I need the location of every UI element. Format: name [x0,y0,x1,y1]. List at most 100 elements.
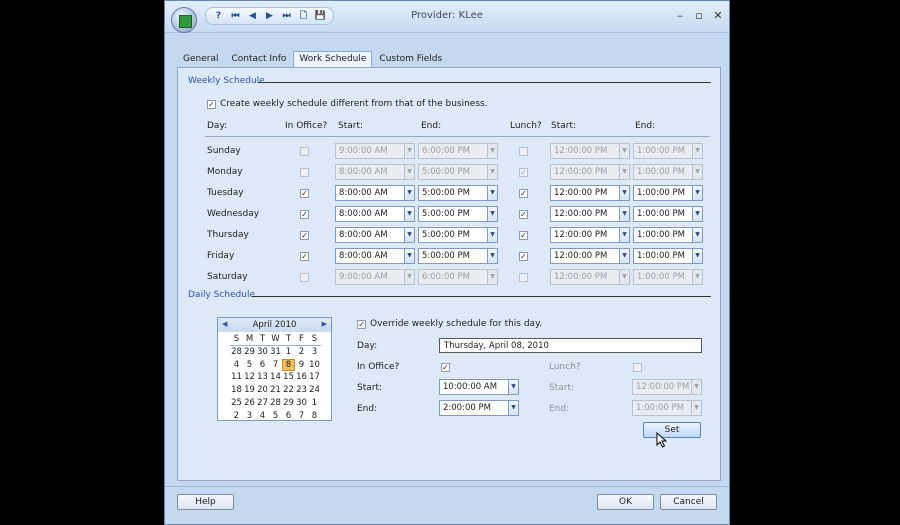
start-combo-monday[interactable]: 8:00:00 AM ▼ [335,164,415,180]
calendar-day[interactable]: 3 [308,346,321,359]
lunch-start-combo-monday[interactable]: 12:00:00 PM ▼ [550,164,630,180]
calendar-day[interactable]: 10 [308,359,321,372]
calendar-day[interactable]: 29 [282,397,295,410]
tab-general[interactable]: General [177,51,224,67]
chevron-down-icon[interactable]: ▼ [508,401,518,415]
lunch-start-combo-tuesday[interactable]: 12:00:00 PM ▼ [550,185,630,201]
daily-day-field[interactable]: Thursday, April 08, 2010 [439,338,702,353]
end-combo-saturday[interactable]: 6:00:00 PM ▼ [418,269,498,285]
maximize-button[interactable]: ▫ [692,9,706,22]
calendar-day[interactable]: 6 [256,359,269,372]
end-combo-thursday[interactable]: 5:00:00 PM ▼ [418,227,498,243]
daily-in-office-checkbox[interactable]: ✓ [441,363,450,372]
end-combo-friday[interactable]: 5:00:00 PM ▼ [418,248,498,264]
in-office-checkbox-monday[interactable] [300,168,309,177]
calendar-day[interactable]: 16 [295,371,308,384]
calendar-day[interactable]: 19 [243,384,256,397]
chevron-down-icon[interactable]: ▼ [404,144,414,158]
calendar-day[interactable]: 17 [308,371,321,384]
ok-button[interactable]: OK [597,494,654,510]
lunch-start-combo-saturday[interactable]: 12:00:00 PM ▼ [550,269,630,285]
calendar-day[interactable]: 27 [256,397,269,410]
calendar-day[interactable]: 21 [269,384,282,397]
lunch-end-combo-wednesday[interactable]: 1:00:00 PM ▼ [633,206,703,222]
calendar-day[interactable]: 4 [256,410,269,423]
lunch-end-combo-sunday[interactable]: 1:00:00 PM ▼ [633,143,703,159]
chevron-down-icon[interactable]: ▼ [692,270,702,284]
in-office-checkbox-saturday[interactable] [300,273,309,282]
lunch-checkbox-saturday[interactable] [519,273,528,282]
chevron-down-icon[interactable]: ▼ [692,144,702,158]
lunch-end-combo-saturday[interactable]: 1:00:00 PM ▼ [633,269,703,285]
chevron-down-icon[interactable]: ▼ [619,144,629,158]
calendar-day[interactable]: 4 [230,359,243,372]
chevron-down-icon[interactable]: ▼ [691,380,701,394]
lunch-start-combo-sunday[interactable]: 12:00:00 PM ▼ [550,143,630,159]
calendar-day[interactable]: 26 [243,397,256,410]
minimize-button[interactable]: – [673,9,687,22]
daily-lunch-end-combo[interactable]: 1:00:00 PM ▼ [632,400,702,416]
calendar-day[interactable]: 28 [269,397,282,410]
chevron-down-icon[interactable]: ▼ [619,249,629,263]
chevron-down-icon[interactable]: ▼ [692,165,702,179]
chevron-down-icon[interactable]: ▼ [404,165,414,179]
lunch-checkbox-thursday[interactable]: ✓ [519,231,528,240]
calendar-day[interactable]: 3 [243,410,256,423]
start-combo-sunday[interactable]: 9:00:00 AM ▼ [335,143,415,159]
daily-lunch-start-combo[interactable]: 12:00:00 PM ▼ [632,379,702,395]
tab-custom-fields[interactable]: Custom Fields [373,51,448,67]
calendar-month-title[interactable]: April 2010 [218,320,331,330]
daily-lunch-checkbox[interactable] [633,363,642,372]
calendar-day[interactable]: 1 [282,346,295,359]
start-combo-thursday[interactable]: 8:00:00 AM ▼ [335,227,415,243]
end-combo-tuesday[interactable]: 5:00:00 PM ▼ [418,185,498,201]
lunch-start-combo-friday[interactable]: 12:00:00 PM ▼ [550,248,630,264]
chevron-down-icon[interactable]: ▼ [404,228,414,242]
calendar-day[interactable]: 18 [230,384,243,397]
calendar-day[interactable]: 22 [282,384,295,397]
calendar-day[interactable]: 30 [256,346,269,359]
start-combo-friday[interactable]: 8:00:00 AM ▼ [335,248,415,264]
chevron-down-icon[interactable]: ▼ [404,270,414,284]
chevron-down-icon[interactable]: ▼ [692,186,702,200]
lunch-checkbox-friday[interactable]: ✓ [519,252,528,261]
calendar-next-icon[interactable]: ▶ [322,320,327,328]
calendar-day[interactable]: 8 [308,410,321,423]
calendar-day[interactable]: 15 [282,371,295,384]
lunch-checkbox-tuesday[interactable]: ✓ [519,189,528,198]
lunch-end-combo-monday[interactable]: 1:00:00 PM ▼ [633,164,703,180]
chevron-down-icon[interactable]: ▼ [404,207,414,221]
calendar-day[interactable]: 20 [256,384,269,397]
calendar-day[interactable]: 1 [308,397,321,410]
chevron-down-icon[interactable]: ▼ [487,249,497,263]
daily-end-combo[interactable]: 2:00:00 PM ▼ [439,400,519,416]
calendar-day[interactable]: 14 [269,371,282,384]
chevron-down-icon[interactable]: ▼ [487,270,497,284]
end-combo-wednesday[interactable]: 5:00:00 PM ▼ [418,206,498,222]
start-combo-tuesday[interactable]: 8:00:00 AM ▼ [335,185,415,201]
chevron-down-icon[interactable]: ▼ [508,380,518,394]
chevron-down-icon[interactable]: ▼ [404,249,414,263]
calendar-day[interactable]: 12 [243,371,256,384]
calendar-day[interactable]: 25 [230,397,243,410]
calendar-day[interactable]: 7 [295,410,308,423]
set-button[interactable]: Set [643,422,701,438]
chevron-down-icon[interactable]: ▼ [487,144,497,158]
lunch-checkbox-sunday[interactable] [519,147,528,156]
chevron-down-icon[interactable]: ▼ [487,186,497,200]
calendar-day[interactable]: 30 [295,397,308,410]
chevron-down-icon[interactable]: ▼ [692,207,702,221]
in-office-checkbox-friday[interactable]: ✓ [300,252,309,261]
lunch-end-combo-friday[interactable]: 1:00:00 PM ▼ [633,248,703,264]
chevron-down-icon[interactable]: ▼ [619,270,629,284]
chevron-down-icon[interactable]: ▼ [692,249,702,263]
chevron-down-icon[interactable]: ▼ [487,165,497,179]
lunch-end-combo-thursday[interactable]: 1:00:00 PM ▼ [633,227,703,243]
calendar-day[interactable]: 2 [295,346,308,359]
help-button[interactable]: Help [177,494,234,510]
chevron-down-icon[interactable]: ▼ [619,228,629,242]
tab-work-schedule[interactable]: Work Schedule [293,51,373,68]
calendar-day[interactable]: 13 [256,371,269,384]
weekly-override-checkbox[interactable]: ✓ [207,100,216,109]
lunch-start-combo-wednesday[interactable]: 12:00:00 PM ▼ [550,206,630,222]
